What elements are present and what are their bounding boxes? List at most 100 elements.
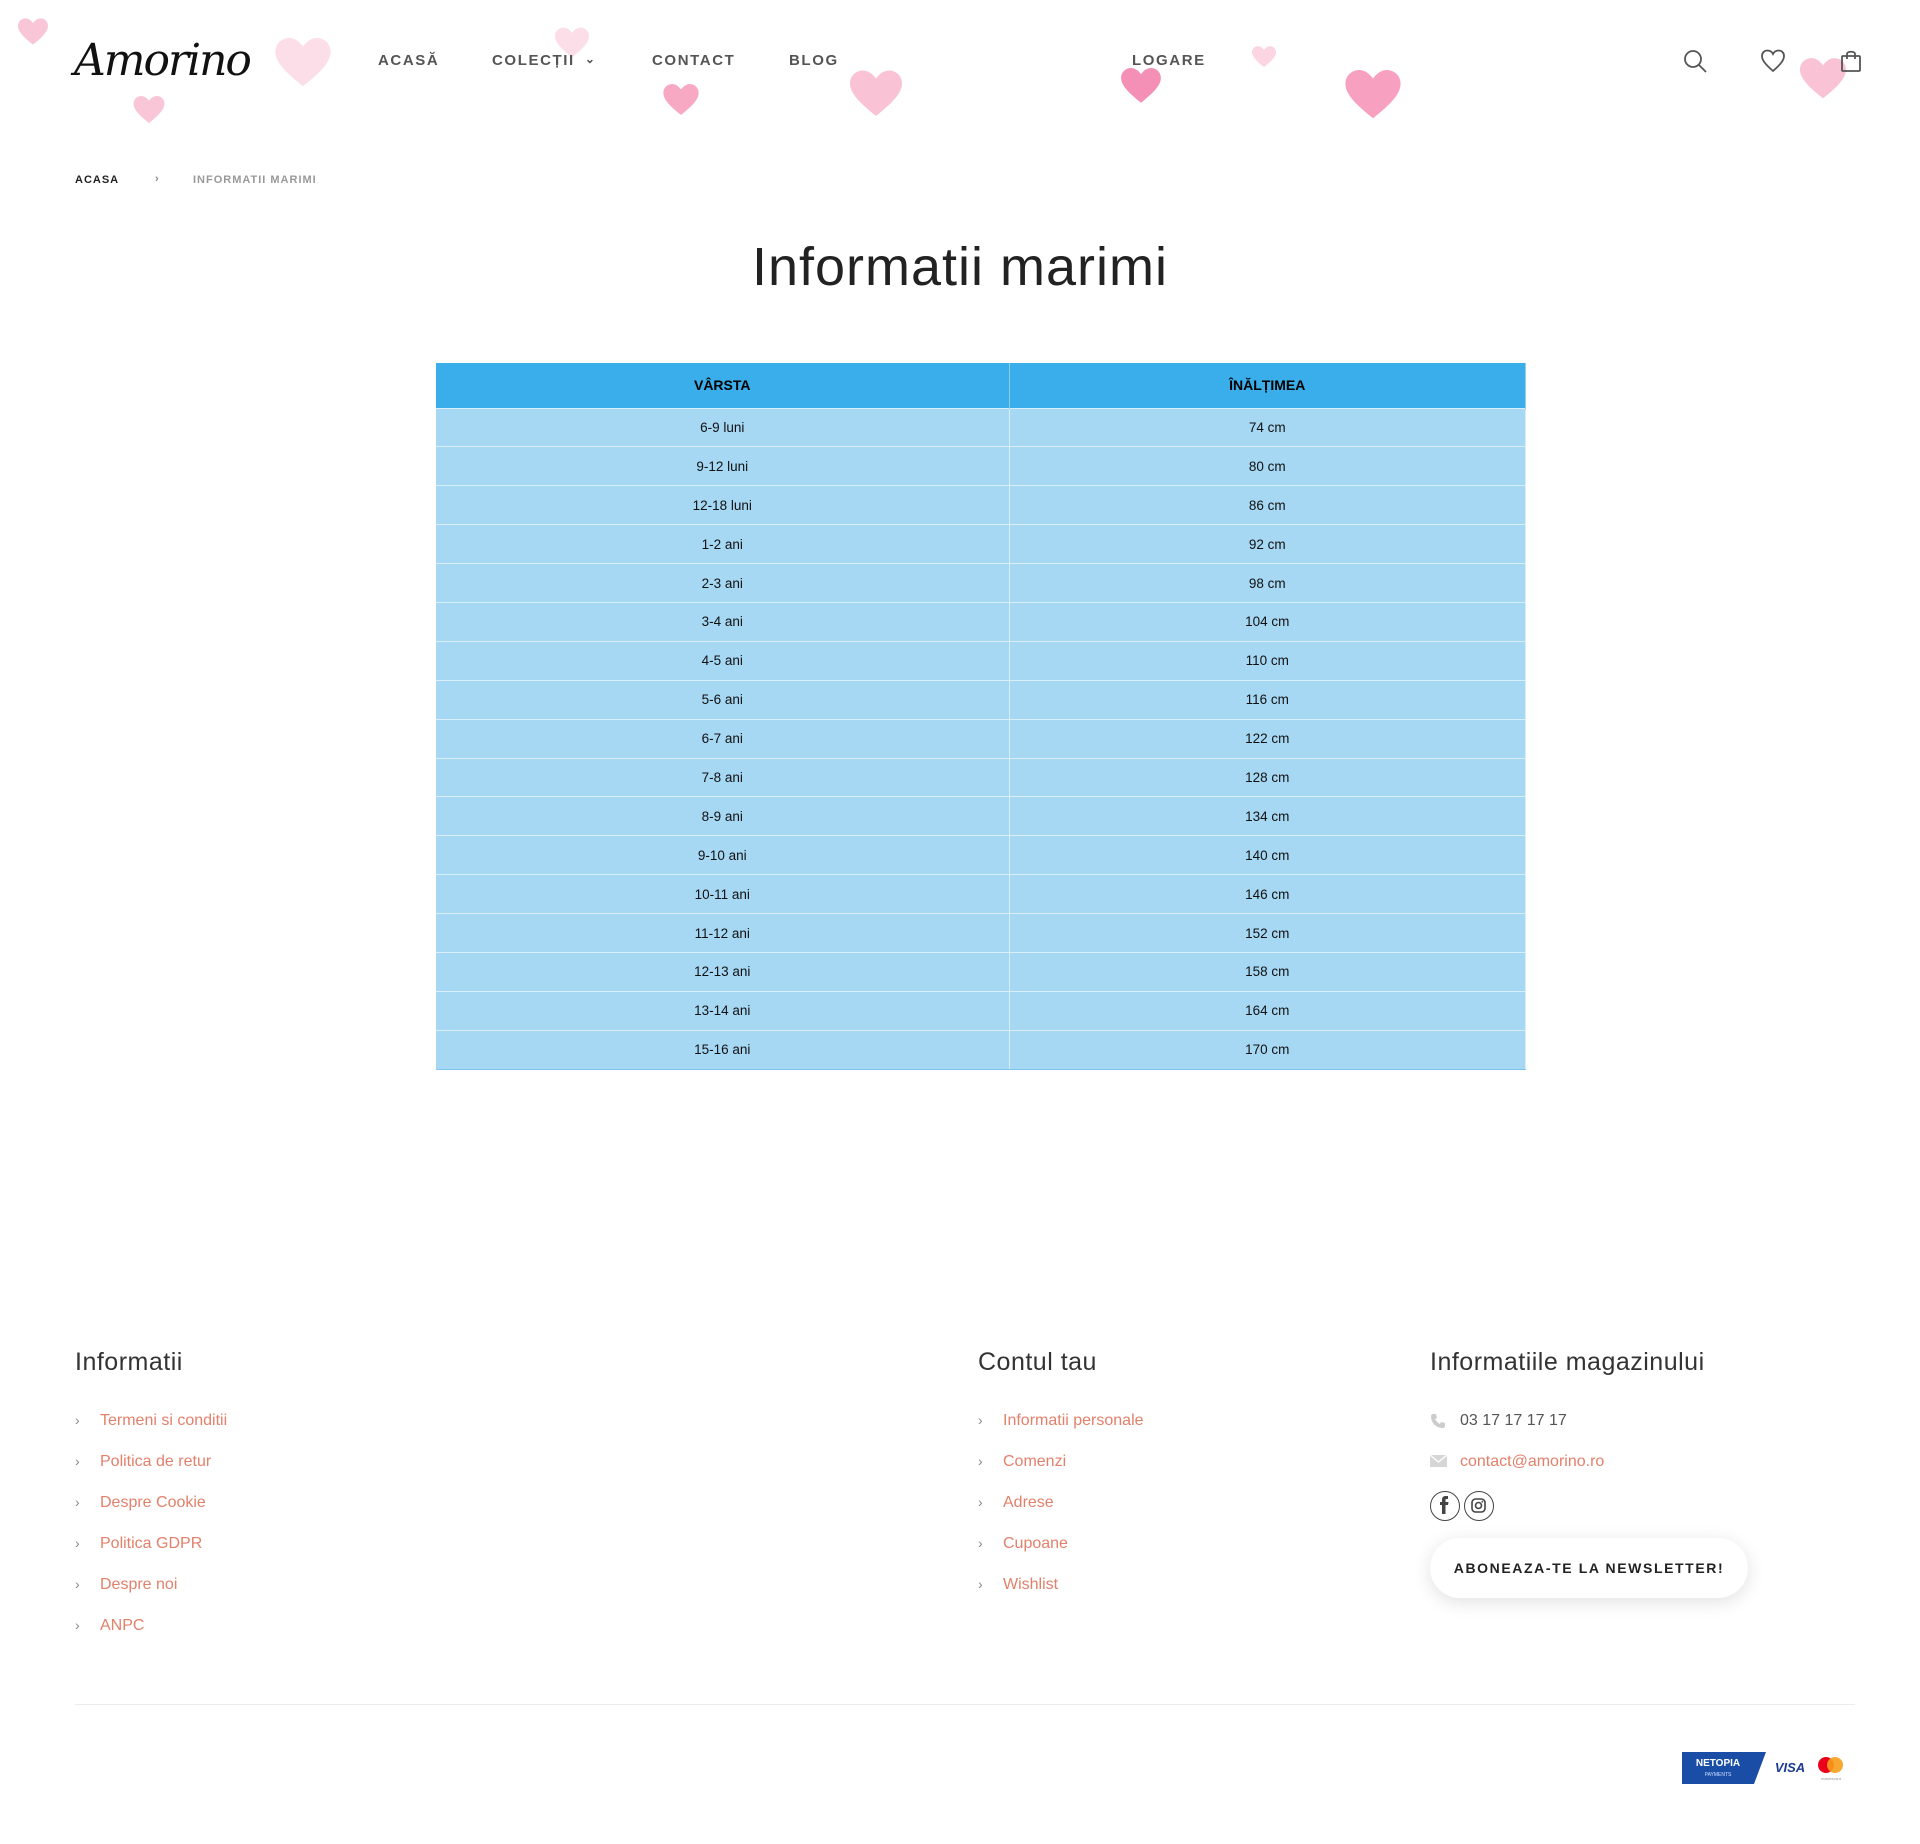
nav-item-colectii[interactable]: COLECȚII ⌄ (492, 52, 596, 69)
footer-link-anpc[interactable]: ANPC (100, 1617, 144, 1635)
height-cell: 116 cm (1009, 679, 1526, 720)
table-row: 1-2 ani 92 cm (436, 524, 1526, 564)
table-row: 7-8 ani 128 cm (436, 757, 1526, 797)
height-cell: 158 cm (1009, 951, 1526, 992)
footer-link-informatii-personale[interactable]: Informatii personale (1003, 1412, 1144, 1430)
heart-icon[interactable] (1760, 48, 1786, 74)
chevron-right-icon: › (75, 1494, 80, 1510)
table-row: 6-7 ani 122 cm (436, 718, 1526, 759)
footer-link-wishlist[interactable]: Wishlist (1003, 1576, 1058, 1594)
chevron-right-icon: › (75, 1535, 80, 1551)
table-row: 3-4 ani 104 cm (436, 601, 1526, 642)
height-cell: 104 cm (1009, 601, 1526, 642)
height-cell: 86 cm (1009, 485, 1526, 525)
age-cell: 12-18 luni (436, 485, 1010, 525)
breadcrumb-current: INFORMATII MARIMI (193, 174, 317, 186)
age-cell: 7-8 ani (436, 757, 1010, 797)
mastercard-logo: mastercard (1818, 1757, 1843, 1781)
chevron-right-icon: › (978, 1412, 983, 1428)
table-row: 9-10 ani 140 cm (436, 835, 1526, 875)
table-row: 8-9 ani 134 cm (436, 796, 1526, 836)
footer-link-adrese[interactable]: Adrese (1003, 1494, 1054, 1512)
chevron-right-icon: › (75, 1453, 80, 1469)
height-cell: 74 cm (1009, 407, 1526, 447)
footer-title: Contul tau (978, 1348, 1097, 1376)
table-row: 11-12 ani 152 cm (436, 913, 1526, 953)
footer-divider (75, 1704, 1855, 1705)
site-header: Amorino ACASĂ COLECȚII ⌄ CONTACT BLOG LOG… (0, 0, 1920, 130)
decorative-heart-icon (1345, 70, 1401, 119)
height-cell: 92 cm (1009, 524, 1526, 564)
footer-title: Informatii (75, 1348, 183, 1376)
shopping-bag-icon[interactable] (1838, 48, 1864, 74)
netopia-text: NETOPIA (1696, 1758, 1740, 1769)
chevron-right-icon: › (978, 1576, 983, 1592)
chevron-right-icon: › (978, 1494, 983, 1510)
chevron-right-icon: › (75, 1412, 80, 1428)
age-cell: 1-2 ani (436, 524, 1010, 564)
chevron-right-icon: › (75, 1617, 80, 1633)
facebook-icon[interactable] (1430, 1491, 1460, 1521)
footer-link-despre-noi[interactable]: Despre noi (100, 1576, 177, 1594)
payment-logos: NETOPIA PAYMENTS VISA mastercard (1682, 1752, 1848, 1784)
footer-magazin: Informatiile magazinului 03 17 17 17 17 … (1430, 1348, 1850, 1608)
decorative-heart-icon (850, 70, 902, 116)
instagram-icon[interactable] (1464, 1491, 1494, 1521)
phone-number: 03 17 17 17 17 (1460, 1412, 1567, 1429)
height-cell: 80 cm (1009, 446, 1526, 486)
height-cell: 170 cm (1009, 1029, 1526, 1070)
height-cell: 164 cm (1009, 990, 1526, 1031)
email-link[interactable]: contact@amorino.ro (1460, 1453, 1604, 1471)
envelope-icon (1430, 1454, 1447, 1467)
nav-item-acasa[interactable]: ACASĂ (378, 52, 439, 69)
chevron-right-icon: › (978, 1535, 983, 1551)
table-row: 13-14 ani 164 cm (436, 990, 1526, 1031)
height-cell: 122 cm (1009, 718, 1526, 759)
footer-link-comenzi[interactable]: Comenzi (1003, 1453, 1066, 1471)
age-cell: 10-11 ani (436, 874, 1010, 914)
decorative-heart-icon (1121, 68, 1161, 103)
height-cell: 134 cm (1009, 796, 1526, 836)
nav-item-contact[interactable]: CONTACT (652, 52, 735, 69)
table-row: 15-16 ani 170 cm (436, 1029, 1526, 1070)
nav-label: CONTACT (652, 52, 736, 69)
footer-link-cookie[interactable]: Despre Cookie (100, 1494, 206, 1512)
nav-label: COLECȚII (492, 52, 575, 69)
age-cell: 9-10 ani (436, 835, 1010, 875)
nav-item-logare[interactable]: LOGARE (1132, 52, 1206, 69)
nav-item-blog[interactable]: BLOG (789, 52, 839, 69)
netopia-payments-logo: NETOPIA PAYMENTS (1682, 1752, 1766, 1784)
decorative-heart-icon (1252, 46, 1276, 68)
age-cell: 13-14 ani (436, 990, 1010, 1031)
table-row: 4-5 ani 110 cm (436, 640, 1526, 681)
table-row: 9-12 luni 80 cm (436, 446, 1526, 486)
age-cell: 6-7 ani (436, 718, 1010, 759)
nav-label: ACASĂ (378, 52, 440, 69)
table-row: 10-11 ani 146 cm (436, 874, 1526, 914)
amorino-logo[interactable]: Amorino (74, 28, 252, 94)
decorative-heart-icon (133, 96, 165, 124)
decorative-heart-icon (18, 18, 48, 45)
search-icon[interactable] (1682, 48, 1708, 74)
age-cell: 12-13 ani (436, 951, 1010, 992)
footer-contul-tau: Contul tau › Informatii personale › Comenz… (978, 1348, 1144, 1593)
height-cell: 146 cm (1009, 874, 1526, 914)
page-title: Informatii marimi (751, 237, 1169, 297)
footer-link-termeni[interactable]: Termeni si conditii (100, 1412, 227, 1430)
footer-title: Informatiile magazinului (1430, 1348, 1705, 1376)
breadcrumb-home-link[interactable]: ACASA (75, 174, 119, 186)
footer-link-retur[interactable]: Politica de retur (100, 1453, 211, 1471)
size-table: VÂRSTA ÎNĂLȚIMEA 6-9 luni 74 cm 9-12 luni 8… (436, 363, 1526, 1070)
height-cell: 128 cm (1009, 757, 1526, 797)
nav-label: BLOG (789, 52, 839, 69)
nav-label: LOGARE (1132, 52, 1206, 69)
breadcrumb-separator: › (155, 173, 160, 185)
chevron-right-icon: › (978, 1453, 983, 1469)
table-header-row: VÂRSTA ÎNĂLȚIMEA (436, 363, 1526, 408)
mastercard-text: mastercard (1821, 1776, 1841, 1781)
newsletter-subscribe-button[interactable]: ABONEAZA-TE LA NEWSLETTER! (1430, 1538, 1748, 1598)
decorative-heart-icon (663, 84, 699, 115)
footer-link-gdpr[interactable]: Politica GDPR (100, 1535, 202, 1553)
footer-link-cupoane[interactable]: Cupoane (1003, 1535, 1068, 1553)
age-cell: 11-12 ani (436, 913, 1010, 953)
